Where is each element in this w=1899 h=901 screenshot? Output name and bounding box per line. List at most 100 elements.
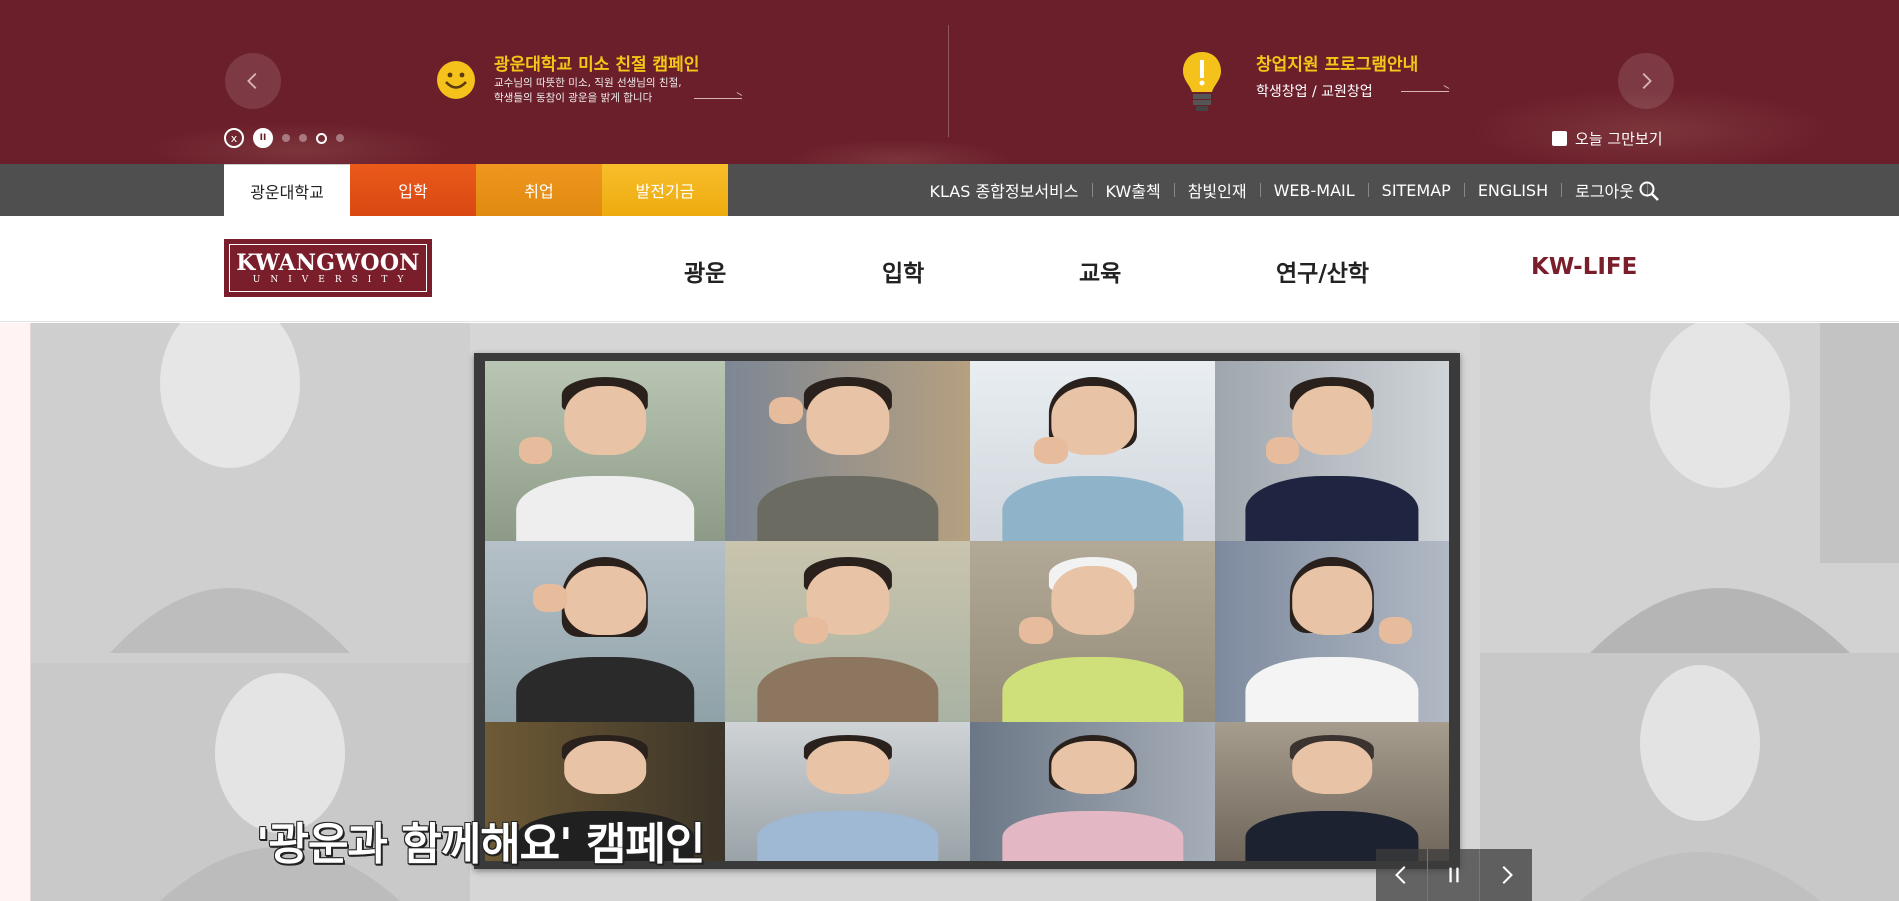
participant-fist [1378,617,1412,645]
participant-face [805,741,890,795]
campaign-participant-tile [485,541,725,722]
campaign-participant-tile [970,722,1215,861]
separator [1259,183,1261,197]
utility-links: KLAS 종합정보서비스 KW출첵 참빛인재 WEB-MAIL SITEMAP … [930,164,1662,216]
promo-divider [948,25,949,137]
university-logo[interactable]: KWANGWOON UNIVERSITY [224,239,432,297]
site-tab-admission[interactable]: 입학 [350,164,476,216]
campaign-video-frame[interactable] [474,353,1460,869]
participant-face [1292,566,1372,636]
participant-fist [533,584,567,612]
site-tab-kwangwoon[interactable]: 광운대학교 [224,164,350,216]
close-icon[interactable]: x [224,128,244,148]
campaign-video-grid [485,361,1449,861]
campaign-participant-tile [725,541,970,722]
participant-fist [769,397,804,424]
today-close-label: 오늘 그만보기 [1575,130,1663,148]
promo-prev-button[interactable] [225,53,281,109]
hero-next-button[interactable] [1480,849,1532,901]
smiley-icon [437,61,475,99]
participant-body [756,656,939,722]
promo-arrow-line [694,98,742,99]
promo-pager-dot[interactable] [282,134,290,142]
participant-face [1050,566,1135,636]
participant-body [1245,656,1419,722]
participant-face [564,741,646,795]
link-chambit[interactable]: 참빛인재 [1188,178,1247,202]
campaign-participant-tile [725,722,970,861]
gnb-item-kwangwoon[interactable]: 광운 [684,254,726,288]
hero-caption: '광운과 함께해요' 캠페인 [256,819,705,870]
participant-body [756,476,939,541]
promo-subtitle: 학생창업 / 교원창업 [1256,84,1373,100]
participant-face [564,386,646,455]
campaign-participant-tile [970,541,1215,722]
promo-next-button[interactable] [1618,53,1674,109]
utility-bar: 광운대학교 입학 취업 발전기금 KLAS 종합정보서비스 KW출첵 참빛인재 … [0,164,1899,216]
promo-pager-dot[interactable] [336,134,344,142]
link-kw-attendance[interactable]: KW출첵 [1106,178,1161,202]
hero-pause-button[interactable] [1428,849,1480,901]
participant-fist [1033,436,1068,464]
campaign-participant-tile [485,361,725,541]
participant-face [1292,741,1372,795]
participant-face [805,386,890,455]
logo-wordmark: KWANGWOON [236,249,420,276]
promo-pager-dot-active[interactable] [316,132,327,144]
gnb-item-education[interactable]: 교육 [1079,254,1121,288]
link-sitemap[interactable]: SITEMAP [1382,181,1451,200]
participant-fist [518,436,553,464]
participant-fist [1019,617,1054,645]
participant-body [756,810,939,861]
promo-banner: 광운대학교 미소 친절 캠페인 교수님의 따뜻한 미소, 직원 선생님의 친절,… [0,0,1899,164]
search-icon[interactable] [1638,180,1660,202]
campaign-participant-tile [1215,541,1449,722]
gnb-item-admission[interactable]: 입학 [882,254,924,288]
pause-icon [1448,867,1459,883]
campaign-participant-tile [970,361,1215,541]
today-close-checkbox[interactable] [1552,131,1567,146]
separator [1367,183,1369,197]
chevron-right-icon [1642,73,1652,89]
link-klas[interactable]: KLAS 종합정보서비스 [930,178,1079,202]
site-tab-career[interactable]: 취업 [476,164,602,216]
participant-fist [793,617,828,645]
hero-left-strip [0,323,31,901]
promo-item-smile-campaign[interactable]: 광운대학교 미소 친절 캠페인 교수님의 따뜻한 미소, 직원 선생님의 친절,… [436,48,776,118]
separator [1091,183,1093,197]
main-header: KWANGWOON UNIVERSITY 광운 입학 교육 연구/산학 KW-L… [0,216,1899,322]
participant-body [516,656,694,722]
promo-arrow-line [1401,91,1449,92]
chevron-right-icon [1502,866,1513,884]
promo-controls: x II [224,128,344,148]
promo-item-startup[interactable]: 창업지원 프로그램안내 학생창업 / 교원창업 [1180,48,1480,118]
promo-title: 창업지원 프로그램안내 [1256,55,1419,75]
today-close-option[interactable]: 오늘 그만보기 [1552,128,1663,149]
link-logout[interactable]: 로그아웃 [1575,178,1634,202]
promo-title: 광운대학교 미소 친절 캠페인 [494,55,700,75]
site-tab-development-fund[interactable]: 발전기금 [602,164,728,216]
gnb-item-research[interactable]: 연구/산학 [1276,254,1369,288]
hero-prev-button[interactable] [1376,849,1428,901]
link-webmail[interactable]: WEB-MAIL [1274,181,1355,200]
participant-face [1050,741,1135,795]
promo-pager-dot[interactable] [299,134,307,142]
separator [1173,183,1175,197]
campaign-participant-tile [1215,722,1449,861]
campaign-participant-tile [725,361,970,541]
link-english[interactable]: ENGLISH [1478,181,1548,200]
participant-fist [1266,436,1300,464]
promo-description-line: 교수님의 따뜻한 미소, 직원 선생님의 친절, [494,77,682,89]
participant-face [564,566,646,636]
pause-icon[interactable]: II [253,128,273,148]
promo-description: 교수님의 따뜻한 미소, 직원 선생님의 친절, 학생들의 동참이 광운을 밝게… [494,76,682,106]
hero-visual: '광운과 함께해요' 캠페인 [0,323,1899,901]
separator [1463,183,1465,197]
chevron-left-icon [247,73,257,89]
separator [1561,183,1563,197]
participant-body [516,476,694,541]
gnb-item-kw-life[interactable]: KW-LIFE [1531,254,1637,280]
participant-body [1001,656,1184,722]
logo-subtitle: UNIVERSITY [252,274,414,285]
participant-body [1245,476,1419,541]
